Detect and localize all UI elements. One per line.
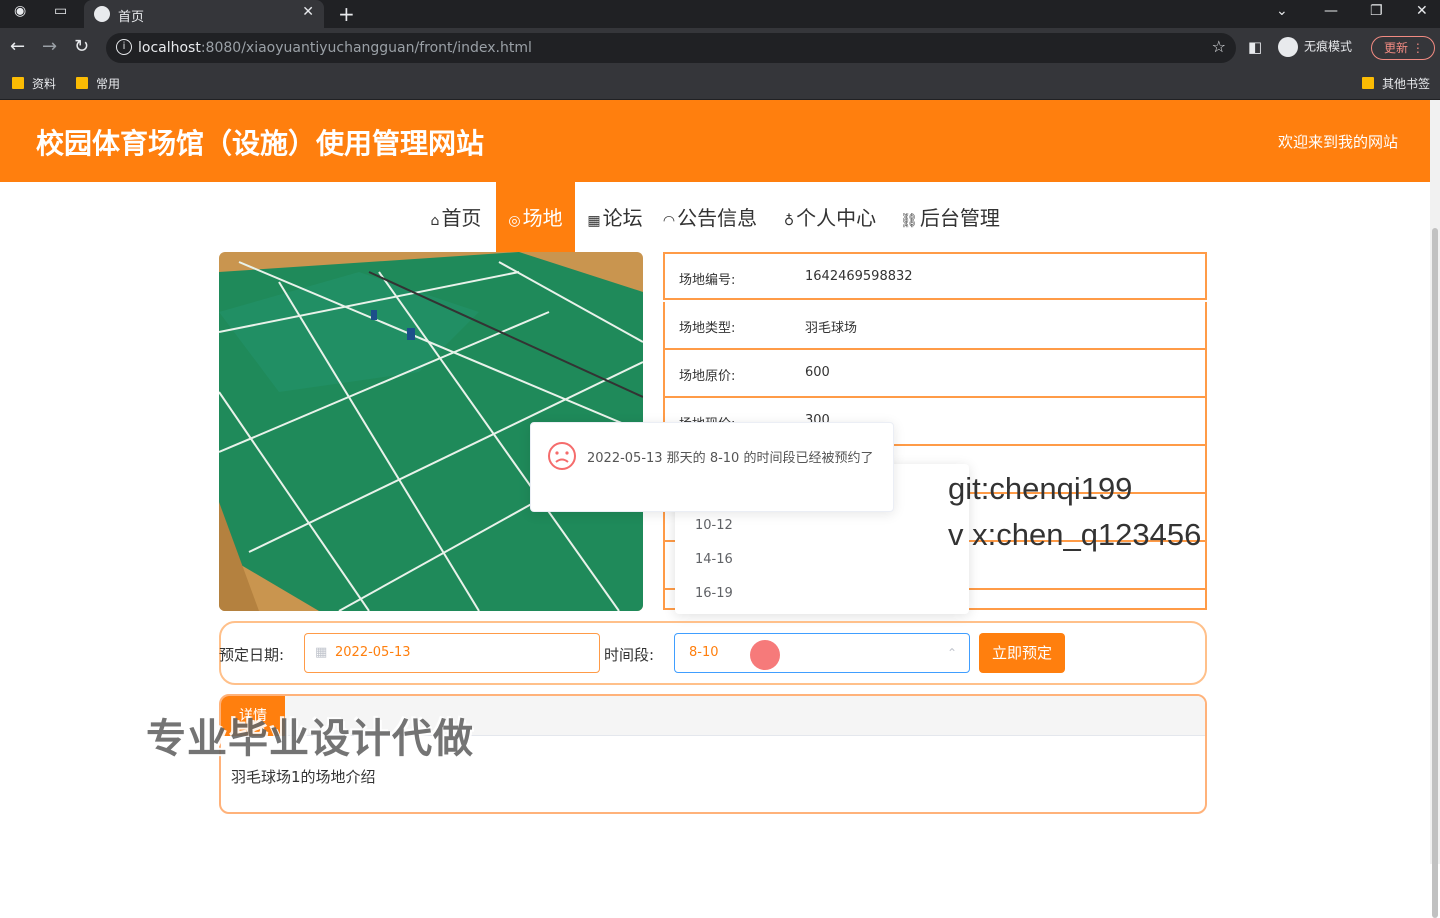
close-tab-icon[interactable]: ✕ (302, 4, 314, 20)
chevron-up-icon: ⌃ (946, 646, 957, 660)
booking-form: 预定日期: ▦ 2022-05-13 时间段: 8-10 ⌃ 立即预定 (219, 621, 1207, 685)
update-button[interactable]: 更新 ⋮ (1371, 36, 1435, 60)
folder-icon (1362, 77, 1374, 89)
tab-title: 首页 (118, 10, 145, 25)
other-bookmarks[interactable]: 其他书签 (1362, 75, 1430, 92)
date-label: 预定日期: (219, 646, 285, 664)
page-scrollbar[interactable] (1430, 100, 1440, 918)
venue-description: 羽毛球场1的场地介绍 (231, 768, 376, 786)
sidebar-icon[interactable]: ◧ (1248, 38, 1262, 56)
date-picker-input[interactable]: ▦ 2022-05-13 (304, 633, 600, 673)
scrollbar-thumb[interactable] (1432, 228, 1438, 918)
welcome-text: 欢迎来到我的网站 (1277, 133, 1398, 151)
info-value: 1642469598832 (805, 269, 913, 284)
link-icon: ⛓ (900, 213, 918, 229)
watermark-text: git:chenqi199 v x:chen_q123456 (948, 471, 1202, 552)
folder-icon (76, 77, 88, 89)
info-key: 场地编号: (679, 273, 736, 288)
info-icon[interactable]: i (116, 39, 132, 55)
sad-face-icon (548, 442, 576, 470)
timeslot-option[interactable]: 16-19 (695, 586, 733, 601)
calendar-icon: ▦ (315, 645, 328, 660)
address-bar[interactable]: i localhost:8080/xiaoyuantiyuchangguan/f… (106, 33, 1236, 63)
info-value: 600 (805, 365, 830, 380)
chevron-down-icon[interactable]: ⌄ (1276, 3, 1288, 19)
site-title: 校园体育场馆（设施）使用管理网站 (36, 127, 485, 160)
url-text: localhost:8080/xiaoyuantiyuchangguan/fro… (138, 40, 532, 56)
nav-venue[interactable]: ◎ 场地 (496, 182, 575, 254)
nav-forum[interactable]: ▦ 论坛 (582, 182, 648, 254)
venue-icon: ◎ (508, 213, 521, 229)
nav-home[interactable]: ⌂ 首页 (420, 182, 492, 254)
notice-icon: ◠ (662, 213, 676, 229)
browser-menu-icon[interactable]: ◉ (14, 3, 26, 19)
forward-icon[interactable]: → (42, 36, 57, 57)
restore-icon[interactable]: ❐ (1370, 3, 1383, 19)
user-icon: ♁ (783, 213, 795, 229)
timeslot-label: 时间段: (604, 646, 655, 664)
watermark-banner: 专业毕业设计代做 (146, 716, 474, 762)
home-icon: ⌂ (430, 213, 440, 229)
info-row: 场地类型: 羽毛球场 (663, 302, 1207, 350)
error-message-toast: 2022-05-13 那天的 8-10 的时间段已经被预约了 (530, 422, 894, 512)
browser-tab[interactable]: 首页 ✕ (84, 0, 324, 28)
bookmark-folder[interactable]: 资料 (12, 75, 56, 92)
bookmark-folder[interactable]: 常用 (76, 75, 120, 92)
timeslot-option[interactable]: 14-16 (695, 552, 733, 567)
tab-search-icon[interactable]: ▭ (54, 3, 67, 19)
incognito-icon (1278, 37, 1298, 57)
main-nav: ⌂ 首页 ◎ 场地 ▦ 论坛 ◠ 公告信息 ♁ 个人中心 ⛓ 后台管理 (0, 182, 1430, 254)
folder-icon (12, 77, 24, 89)
page-content: 校园体育场馆（设施）使用管理网站 欢迎来到我的网站 ⌂ 首页 ◎ 场地 ▦ 论坛 ◠ 公… (0, 100, 1430, 864)
reload-icon[interactable]: ↻ (74, 36, 89, 57)
info-key: 场地原价: (679, 369, 736, 384)
nav-user-center[interactable]: ♁ 个人中心 (778, 182, 882, 254)
forum-icon: ▦ (587, 213, 601, 229)
minimize-icon[interactable]: — (1324, 3, 1338, 19)
incognito-indicator[interactable]: 无痕模式 (1278, 37, 1352, 57)
info-value: 羽毛球场 (805, 321, 858, 336)
close-window-icon[interactable]: ✕ (1416, 3, 1428, 19)
bookmark-star-icon[interactable]: ☆ (1212, 37, 1226, 56)
nav-admin[interactable]: ⛓ 后台管理 (896, 182, 1004, 254)
site-header: 校园体育场馆（设施）使用管理网站 欢迎来到我的网站 (0, 100, 1430, 182)
back-icon[interactable]: ← (10, 36, 25, 57)
book-now-button[interactable]: 立即预定 (979, 633, 1065, 673)
toast-message: 2022-05-13 那天的 8-10 的时间段已经被预约了 (587, 451, 874, 466)
timeslot-option[interactable]: 10-12 (695, 518, 733, 533)
browser-toolbar: ← → ↻ i localhost:8080/xiaoyuantiyuchang… (0, 28, 1440, 68)
info-key: 场地类型: (679, 321, 736, 336)
bookmarks-bar: 资料 常用 其他书签 (0, 68, 1440, 100)
globe-icon (94, 6, 110, 22)
click-indicator (750, 640, 780, 670)
info-row: 场地编号: 1642469598832 (663, 252, 1207, 300)
timeslot-select[interactable]: 8-10 ⌃ (674, 633, 970, 673)
info-row: 场地原价: 600 (663, 350, 1207, 398)
browser-tab-bar: ◉ ▭ 首页 ✕ + ⌄ — ❐ ✕ (0, 0, 1440, 28)
nav-notice[interactable]: ◠ 公告信息 (656, 182, 764, 254)
new-tab-icon[interactable]: + (338, 2, 355, 26)
